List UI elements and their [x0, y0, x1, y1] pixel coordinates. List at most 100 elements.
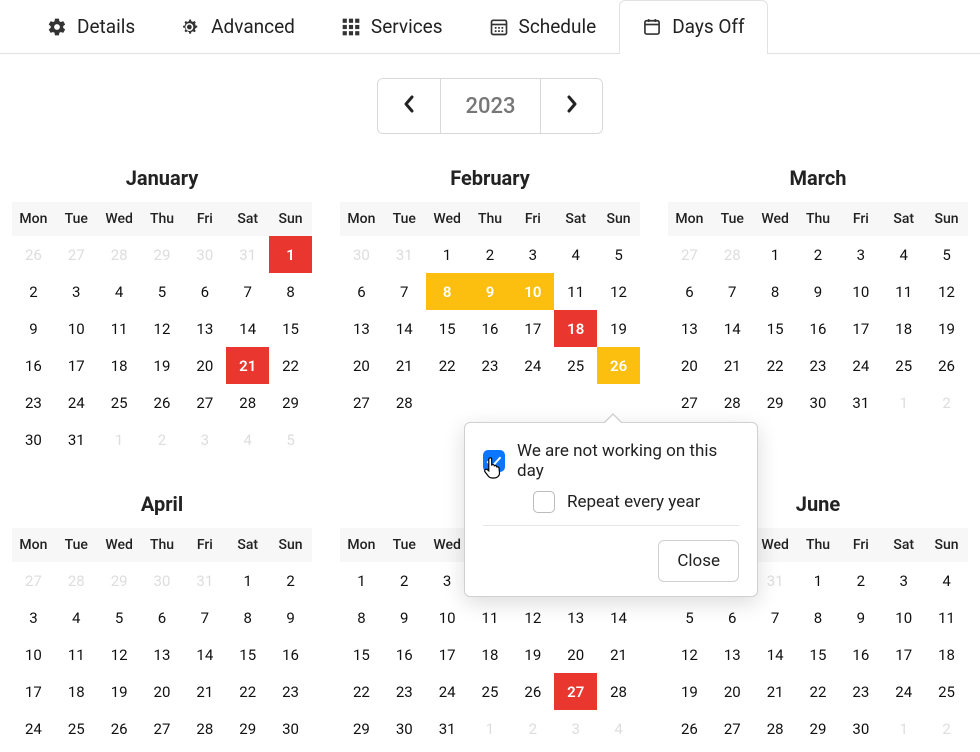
calendar-day[interactable]: 5 — [597, 236, 640, 273]
calendar-day[interactable]: 9 — [383, 599, 426, 636]
calendar-day[interactable]: 1 — [340, 562, 383, 599]
calendar-day[interactable]: 26 — [98, 710, 141, 747]
calendar-day[interactable]: 6 — [711, 599, 754, 636]
calendar-day[interactable]: 9 — [269, 599, 312, 636]
calendar-day[interactable]: 13 — [554, 599, 597, 636]
calendar-day[interactable]: 24 — [426, 673, 469, 710]
calendar-day[interactable]: 8 — [269, 273, 312, 310]
calendar-day[interactable]: 6 — [340, 273, 383, 310]
calendar-day[interactable]: 13 — [141, 636, 184, 673]
calendar-day[interactable]: 10 — [55, 310, 98, 347]
calendar-day[interactable]: 10 — [882, 599, 925, 636]
calendar-day[interactable]: 4 — [925, 562, 968, 599]
tab-schedule[interactable]: Schedule — [466, 0, 620, 54]
calendar-day[interactable]: 11 — [554, 273, 597, 310]
calendar-day[interactable]: 14 — [597, 599, 640, 636]
calendar-day[interactable]: 12 — [98, 636, 141, 673]
calendar-day[interactable]: 21 — [754, 673, 797, 710]
calendar-day[interactable]: 12 — [511, 599, 554, 636]
calendar-day[interactable]: 20 — [141, 673, 184, 710]
calendar-day[interactable]: 15 — [426, 310, 469, 347]
calendar-day[interactable]: 24 — [511, 347, 554, 384]
calendar-day[interactable]: 21 — [711, 347, 754, 384]
calendar-day[interactable]: 22 — [754, 347, 797, 384]
calendar-day[interactable]: 17 — [12, 673, 55, 710]
calendar-day[interactable]: 25 — [554, 347, 597, 384]
calendar-day[interactable]: 23 — [383, 673, 426, 710]
calendar-day[interactable]: 26 — [597, 347, 640, 384]
calendar-day[interactable]: 16 — [469, 310, 512, 347]
calendar-day[interactable]: 11 — [882, 273, 925, 310]
calendar-day[interactable]: 22 — [426, 347, 469, 384]
calendar-day[interactable]: 31 — [55, 421, 98, 458]
calendar-day[interactable]: 3 — [839, 236, 882, 273]
calendar-day[interactable]: 24 — [12, 710, 55, 747]
calendar-day[interactable]: 3 — [882, 562, 925, 599]
calendar-day[interactable]: 18 — [55, 673, 98, 710]
calendar-day[interactable]: 10 — [12, 636, 55, 673]
calendar-day[interactable]: 26 — [141, 384, 184, 421]
calendar-day[interactable]: 15 — [269, 310, 312, 347]
calendar-day[interactable]: 3 — [511, 236, 554, 273]
calendar-day[interactable]: 13 — [340, 310, 383, 347]
calendar-day[interactable]: 6 — [141, 599, 184, 636]
calendar-day[interactable]: 9 — [797, 273, 840, 310]
calendar-day[interactable]: 11 — [925, 599, 968, 636]
calendar-day[interactable]: 23 — [469, 347, 512, 384]
calendar-day[interactable]: 22 — [269, 347, 312, 384]
calendar-day[interactable]: 19 — [141, 347, 184, 384]
tab-services[interactable]: Services — [318, 0, 466, 54]
calendar-day[interactable]: 1 — [754, 236, 797, 273]
calendar-day[interactable]: 28 — [226, 384, 269, 421]
calendar-day[interactable]: 27 — [340, 384, 383, 421]
repeat-year-checkbox[interactable] — [533, 491, 555, 513]
calendar-day[interactable]: 9 — [12, 310, 55, 347]
calendar-day[interactable]: 29 — [226, 710, 269, 747]
calendar-day[interactable]: 4 — [55, 599, 98, 636]
calendar-day[interactable]: 18 — [469, 636, 512, 673]
calendar-day[interactable]: 23 — [839, 673, 882, 710]
calendar-day[interactable]: 29 — [269, 384, 312, 421]
calendar-day[interactable]: 19 — [668, 673, 711, 710]
calendar-day[interactable]: 14 — [226, 310, 269, 347]
calendar-day[interactable]: 2 — [469, 236, 512, 273]
calendar-day[interactable]: 10 — [511, 273, 554, 310]
calendar-day[interactable]: 10 — [839, 273, 882, 310]
calendar-day[interactable]: 3 — [55, 273, 98, 310]
calendar-day[interactable]: 7 — [754, 599, 797, 636]
calendar-day[interactable]: 20 — [554, 636, 597, 673]
calendar-day[interactable]: 4 — [98, 273, 141, 310]
calendar-day[interactable]: 24 — [882, 673, 925, 710]
calendar-day[interactable]: 19 — [597, 310, 640, 347]
calendar-day[interactable]: 20 — [340, 347, 383, 384]
calendar-day[interactable]: 14 — [754, 636, 797, 673]
tab-details[interactable]: Details — [24, 0, 158, 54]
calendar-day[interactable]: 30 — [383, 710, 426, 747]
calendar-day[interactable]: 12 — [597, 273, 640, 310]
calendar-day[interactable]: 17 — [55, 347, 98, 384]
calendar-day[interactable]: 23 — [797, 347, 840, 384]
calendar-day[interactable]: 24 — [839, 347, 882, 384]
not-working-checkbox[interactable] — [483, 450, 505, 472]
calendar-day[interactable]: 8 — [754, 273, 797, 310]
calendar-day[interactable]: 14 — [183, 636, 226, 673]
calendar-day[interactable]: 2 — [269, 562, 312, 599]
calendar-day[interactable]: 16 — [12, 347, 55, 384]
calendar-day[interactable]: 5 — [925, 236, 968, 273]
calendar-day[interactable]: 2 — [12, 273, 55, 310]
calendar-day[interactable]: 18 — [98, 347, 141, 384]
calendar-day[interactable]: 6 — [183, 273, 226, 310]
calendar-day[interactable]: 25 — [98, 384, 141, 421]
calendar-day[interactable]: 11 — [98, 310, 141, 347]
close-button[interactable]: Close — [658, 540, 739, 582]
calendar-day[interactable]: 31 — [839, 384, 882, 421]
calendar-day[interactable]: 10 — [426, 599, 469, 636]
calendar-day[interactable]: 12 — [141, 310, 184, 347]
calendar-day[interactable]: 4 — [554, 236, 597, 273]
calendar-day[interactable]: 17 — [426, 636, 469, 673]
calendar-day[interactable]: 26 — [511, 673, 554, 710]
calendar-day[interactable]: 22 — [797, 673, 840, 710]
calendar-day[interactable]: 3 — [426, 562, 469, 599]
calendar-day[interactable]: 28 — [754, 710, 797, 747]
calendar-day[interactable]: 7 — [383, 273, 426, 310]
